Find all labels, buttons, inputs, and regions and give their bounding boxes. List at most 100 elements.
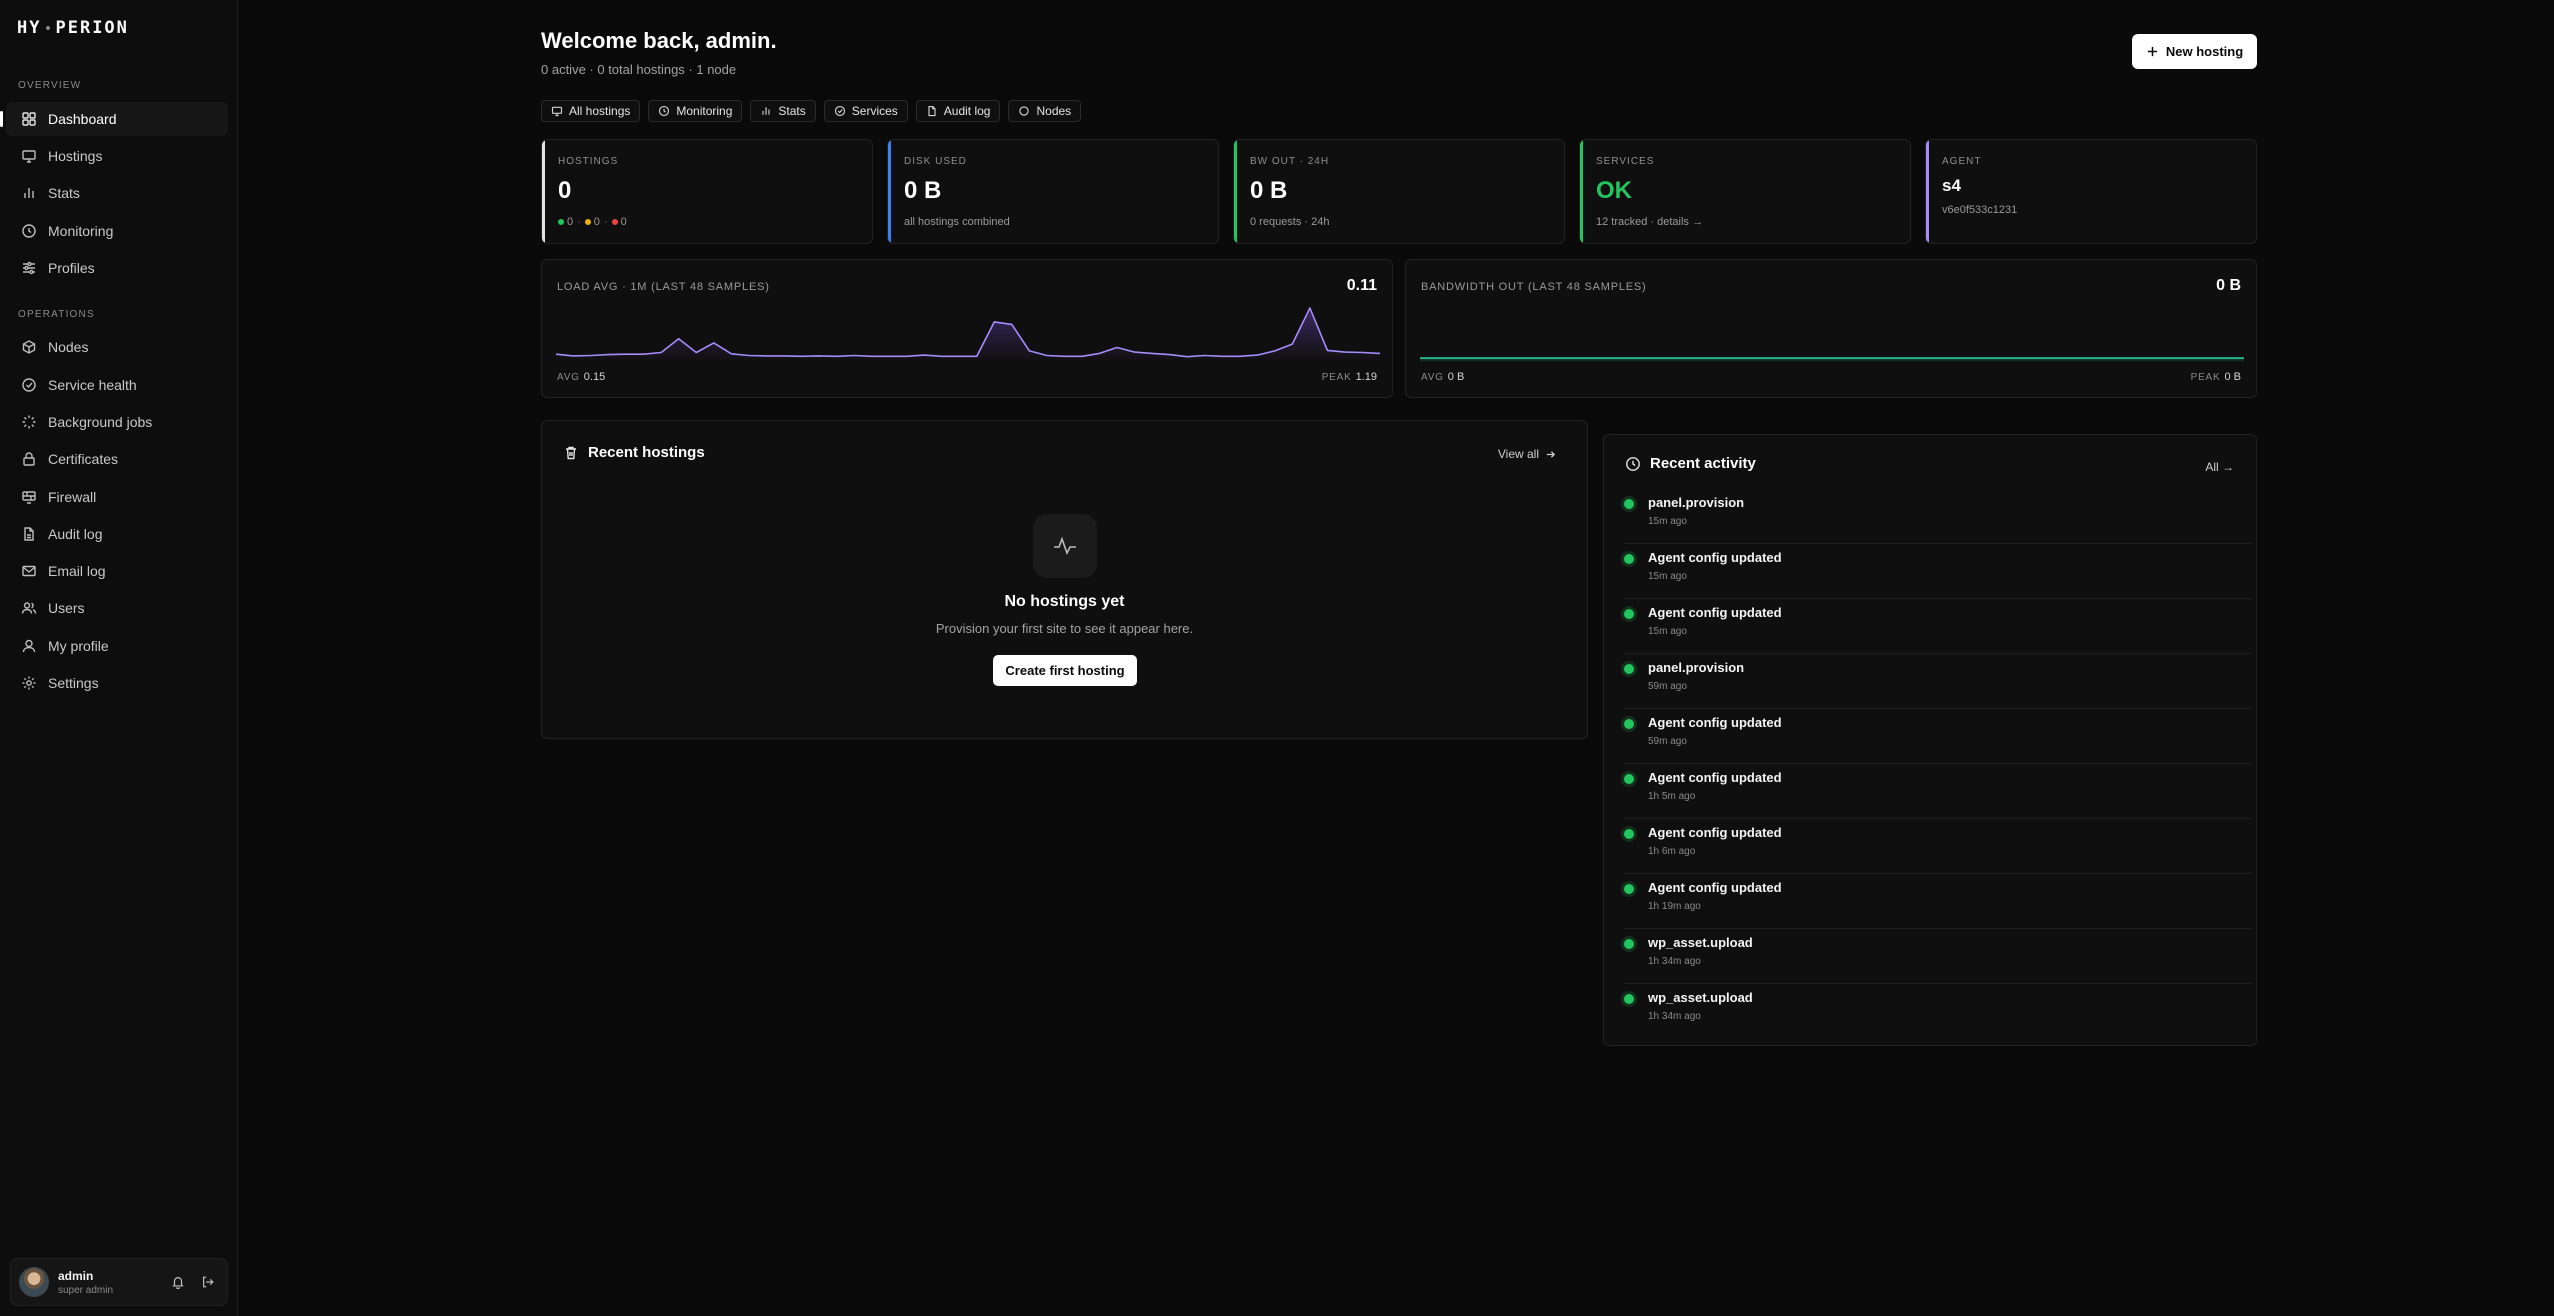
activity-item[interactable]: Agent config updated 1h 6m ago: [1624, 819, 2252, 874]
activity-title: wp_asset.upload: [1648, 935, 1753, 950]
page-subtitle: 0 active · 0 total hostings · 1 node: [541, 62, 737, 77]
sidebar-item-label: Stats: [48, 185, 80, 201]
recent-activity-panel: Recent activity All → panel.provision 15…: [1603, 434, 2257, 1046]
sidebar-item-stats[interactable]: Stats: [6, 176, 228, 210]
sidebar-item-label: Firewall: [48, 489, 97, 505]
stat-card-services[interactable]: SERVICES OK 12 tracked · details →: [1579, 139, 1911, 244]
quick-link-audit-log[interactable]: Audit log: [915, 100, 1001, 122]
activity-item[interactable]: wp_asset.upload 1h 34m ago: [1624, 929, 2252, 984]
status-dot: [1624, 939, 1634, 949]
activity-item[interactable]: panel.provision 59m ago: [1624, 654, 2252, 709]
sidebar-item-dashboard[interactable]: Dashboard: [0, 102, 228, 136]
activity-item[interactable]: wp_asset.upload 1h 34m ago: [1624, 984, 2252, 1039]
quick-link-monitoring[interactable]: Monitoring: [648, 100, 743, 122]
sidebar-item-label: Profiles: [48, 260, 95, 276]
status-dot: [1624, 994, 1634, 1004]
sidebar-item-email-log[interactable]: Email log: [6, 554, 228, 588]
clock-icon: [21, 223, 37, 239]
stat-label: SERVICES: [1596, 156, 1655, 167]
activity-item[interactable]: Agent config updated 59m ago: [1624, 709, 2252, 764]
monitor-icon: [551, 105, 569, 117]
chart-current-value: 0.11: [1346, 277, 1377, 294]
user-name: admin: [58, 1268, 94, 1283]
stat-value: OK: [1596, 177, 1632, 204]
separator: ·: [577, 216, 581, 228]
quick-link-label: All hostings: [569, 104, 631, 118]
sidebar-item-label: Settings: [48, 675, 99, 691]
quick-link-services[interactable]: Services: [823, 100, 908, 122]
activity-item[interactable]: Agent config updated 15m ago: [1624, 544, 2252, 599]
logout-icon: [201, 1275, 215, 1289]
status-dot: [1624, 609, 1634, 619]
empty-state-text: Provision your first site to see it appe…: [935, 621, 1194, 636]
brand-logo[interactable]: HY PERION: [17, 18, 129, 38]
quick-link-stats[interactable]: Stats: [750, 100, 816, 122]
bell-icon: [171, 1275, 185, 1289]
separator: ·: [603, 216, 608, 228]
create-first-hosting-button[interactable]: Create first hosting: [993, 655, 1137, 686]
user-card[interactable]: admin super admin: [10, 1258, 228, 1306]
stat-label: BW OUT · 24H: [1250, 156, 1330, 167]
stat-card-agent[interactable]: AGENT s4 v6e0f533c1231: [1925, 139, 2257, 244]
notifications-button[interactable]: [167, 1271, 189, 1293]
sidebar-item-certificates[interactable]: Certificates: [6, 442, 228, 476]
stat-sub: all hostings combined: [904, 216, 1010, 228]
sidebar-item-service-health[interactable]: Service health: [6, 368, 228, 402]
stat-sub: 0 requests · 24h: [1250, 216, 1330, 228]
sidebar-item-hostings[interactable]: Hostings: [6, 139, 228, 173]
activity-item[interactable]: Agent config updated 15m ago: [1624, 599, 2252, 654]
status-dot: [1624, 499, 1634, 509]
activity-title: Agent config updated: [1648, 550, 1782, 565]
activity-item[interactable]: panel.provision 15m ago: [1624, 489, 2252, 544]
sidebar-item-audit-log[interactable]: Audit log: [6, 517, 228, 551]
stat-card-bw-out[interactable]: BW OUT · 24H 0 B 0 requests · 24h: [1233, 139, 1565, 244]
services-details-link[interactable]: 12 tracked · details →: [1596, 216, 1703, 228]
user-icon: [21, 638, 37, 654]
stat-value: 0 B: [1250, 177, 1288, 204]
empty-state-title: No hostings yet: [1004, 593, 1125, 610]
sidebar-item-label: Audit log: [48, 526, 103, 542]
arrow-right-icon: [1539, 449, 1556, 460]
status-dot-yellow: [584, 219, 591, 225]
trash-icon: [563, 445, 588, 461]
quick-link-all-hostings[interactable]: All hostings: [541, 100, 641, 122]
quick-link-nodes[interactable]: Nodes: [1008, 100, 1082, 122]
sidebar-item-label: Users: [48, 600, 85, 616]
chart-card-load-avg: LOAD AVG · 1M (LAST 48 SAMPLES) 0.11 AVG…: [541, 259, 1393, 398]
sidebar-item-profiles[interactable]: Profiles: [6, 251, 228, 285]
bandwidth-chart: [1420, 357, 2244, 362]
sidebar-item-settings[interactable]: Settings: [6, 666, 228, 700]
view-all-hostings-link[interactable]: View all: [1498, 447, 1556, 461]
activity-time: 59m ago: [1648, 736, 1687, 747]
chart-peak: PEAK 1.19: [1322, 371, 1377, 383]
sidebar-item-label: Service health: [48, 377, 137, 393]
firewall-icon: [21, 489, 37, 505]
chart-title: BANDWIDTH OUT (LAST 48 SAMPLES): [1421, 281, 1647, 293]
status-count-red: 0: [620, 216, 627, 228]
users-icon: [21, 600, 37, 616]
sidebar-item-firewall[interactable]: Firewall: [6, 480, 228, 514]
activity-item[interactable]: Agent config updated 1h 19m ago: [1624, 874, 2252, 929]
sidebar-item-monitoring[interactable]: Monitoring: [6, 214, 228, 248]
all-activity-link[interactable]: All →: [2205, 460, 2234, 474]
chart-title: LOAD AVG · 1M (LAST 48 SAMPLES): [557, 281, 770, 293]
sidebar-item-label: Certificates: [48, 451, 119, 467]
new-hosting-label: New hosting: [2165, 44, 2244, 59]
sidebar-item-nodes[interactable]: Nodes: [6, 330, 228, 364]
activity-item[interactable]: Agent config updated 1h 5m ago: [1624, 764, 2252, 819]
stat-card-disk-used[interactable]: DISK USED 0 B all hostings combined: [887, 139, 1219, 244]
new-hosting-button[interactable]: New hosting: [2132, 34, 2257, 69]
activity-title: panel.provision: [1648, 495, 1745, 510]
sidebar-item-background-jobs[interactable]: Background jobs: [6, 405, 228, 439]
sidebar: HY PERION OVERVIEW Dashboard Hostings St…: [0, 0, 238, 1316]
sidebar-item-label: Nodes: [48, 339, 89, 355]
sidebar-item-my-profile[interactable]: My profile: [6, 629, 228, 663]
logout-button[interactable]: [197, 1271, 219, 1293]
avatar[interactable]: [19, 1267, 49, 1297]
gear-icon: [21, 675, 37, 691]
sidebar-item-users[interactable]: Users: [6, 591, 228, 625]
sidebar-item-label: Hostings: [48, 148, 103, 164]
user-info: admin super admin: [58, 1269, 159, 1296]
status-dot-green: [558, 219, 564, 225]
stat-card-hostings[interactable]: HOSTINGS 0 0 · 0 · 0: [541, 139, 873, 244]
